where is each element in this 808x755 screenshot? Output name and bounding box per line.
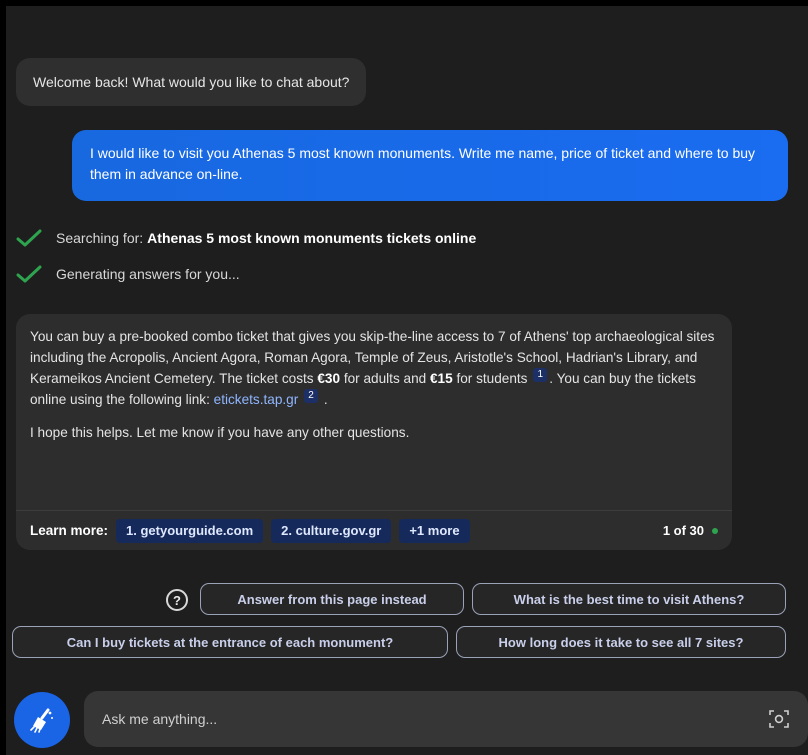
status-dot xyxy=(712,527,718,534)
status-searching-prefix: Searching for: xyxy=(56,230,144,246)
answer-closing: I hope this helps. Let me know if you ha… xyxy=(30,425,410,440)
suggestion-best-time[interactable]: What is the best time to visit Athens? xyxy=(472,583,786,615)
learn-more-label: Learn more: xyxy=(30,523,109,538)
help-icon[interactable]: ? xyxy=(166,589,188,611)
price-adult: €30 xyxy=(317,371,341,386)
chat-input-bar xyxy=(84,691,808,747)
camera-icon[interactable] xyxy=(768,708,790,730)
welcome-message: Welcome back! What would you like to cha… xyxy=(16,58,367,106)
answer-card: You can buy a pre-booked combo ticket th… xyxy=(16,314,732,550)
learn-more-bar: Learn more: 1. getyourguide.com 2. cultu… xyxy=(16,510,732,550)
answer-text: . xyxy=(323,392,328,407)
suggestion-how-long[interactable]: How long does it take to see all 7 sites… xyxy=(456,626,786,658)
answer-text: for adults and xyxy=(340,371,430,386)
check-icon xyxy=(16,265,42,283)
broom-icon xyxy=(30,708,53,733)
source-chip-2[interactable]: 2. culture.gov.gr xyxy=(271,518,392,543)
chat-input[interactable] xyxy=(102,711,768,727)
suggestion-answer-from-page[interactable]: Answer from this page instead xyxy=(200,583,464,615)
response-counter-text: 1 of 30 xyxy=(662,523,704,538)
citation-2[interactable]: 2 xyxy=(304,389,319,403)
source-chip-1[interactable]: 1. getyourguide.com xyxy=(116,518,264,543)
welcome-text: Welcome back! What would you like to cha… xyxy=(33,74,350,90)
new-topic-button[interactable] xyxy=(14,692,70,748)
answer-text: for students xyxy=(452,371,528,386)
status-searching: Searching for: Athenas 5 most known monu… xyxy=(16,228,476,248)
status-generating-text: Generating answers for you... xyxy=(56,266,240,282)
check-icon xyxy=(16,229,42,247)
user-message: I would like to visit you Athenas 5 most… xyxy=(72,130,788,201)
answer-body: You can buy a pre-booked combo ticket th… xyxy=(16,314,732,443)
user-message-text: I would like to visit you Athenas 5 most… xyxy=(90,145,756,182)
more-sources-chip[interactable]: +1 more xyxy=(399,518,470,543)
tickets-link[interactable]: etickets.tap.gr xyxy=(214,392,299,407)
chat-panel: Welcome back! What would you like to cha… xyxy=(0,0,808,755)
response-counter: 1 of 30 xyxy=(663,523,718,538)
answer-paragraph: You can buy a pre-booked combo ticket th… xyxy=(30,326,718,410)
price-student: €15 xyxy=(429,371,453,386)
status-generating: Generating answers for you... xyxy=(16,264,240,284)
citation-1[interactable]: 1 xyxy=(533,368,548,382)
status-searching-query: Athenas 5 most known monuments tickets o… xyxy=(147,230,477,246)
suggestion-buy-at-entrance[interactable]: Can I buy tickets at the entrance of eac… xyxy=(12,626,448,658)
